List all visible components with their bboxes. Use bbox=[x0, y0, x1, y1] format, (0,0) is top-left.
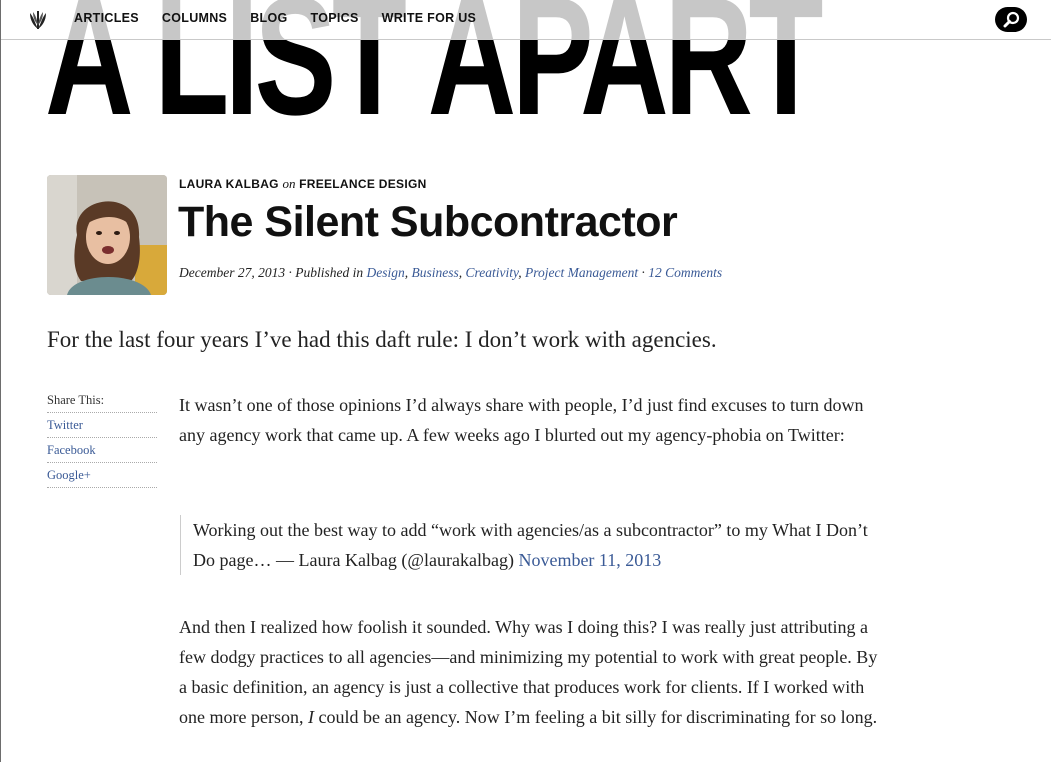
section-name[interactable]: FREELANCE DESIGN bbox=[299, 177, 426, 191]
share-facebook-link[interactable]: Facebook bbox=[47, 438, 157, 463]
nav-columns[interactable]: COLUMNS bbox=[162, 11, 227, 25]
search-button[interactable] bbox=[995, 7, 1027, 32]
search-icon bbox=[1003, 11, 1020, 28]
embedded-tweet: Working out the best way to add “work wi… bbox=[180, 515, 880, 575]
meta-separator: · bbox=[641, 265, 645, 280]
paragraph-text: could be an agency. Now I’m feeling a bi… bbox=[318, 707, 878, 727]
article-title: The Silent Subcontractor bbox=[178, 198, 678, 246]
category-link[interactable]: Business bbox=[411, 265, 458, 280]
share-label: Share This: bbox=[47, 393, 157, 413]
published-in-label: · Published in bbox=[288, 265, 364, 280]
main-nav: ARTICLES COLUMNS BLOG TOPICS WRITE FOR U… bbox=[74, 11, 476, 25]
article-date: December 27, 2013 bbox=[179, 265, 286, 280]
share-sidebar: Share This: Twitter Facebook Google+ bbox=[47, 393, 157, 488]
article-meta: December 27, 2013 · Published in Design,… bbox=[179, 265, 723, 280]
tweet-date-link[interactable]: November 11, 2013 bbox=[518, 550, 661, 570]
nav-articles[interactable]: ARTICLES bbox=[74, 11, 139, 25]
category-link[interactable]: Project Management bbox=[525, 265, 638, 280]
share-googleplus-link[interactable]: Google+ bbox=[47, 463, 157, 488]
emphasis-text: I bbox=[307, 707, 314, 727]
nav-write-for-us[interactable]: WRITE FOR US bbox=[382, 11, 477, 25]
top-navigation-bar: ARTICLES COLUMNS BLOG TOPICS WRITE FOR U… bbox=[1, 0, 1051, 40]
category-link[interactable]: Design bbox=[366, 265, 404, 280]
article-paragraph: It wasn’t one of those opinions I’d alwa… bbox=[179, 395, 864, 445]
nav-topics[interactable]: TOPICS bbox=[311, 11, 359, 25]
article-paragraph: And then I realized how foolish it sound… bbox=[179, 612, 879, 732]
share-twitter-link[interactable]: Twitter bbox=[47, 413, 157, 438]
author-photo bbox=[47, 175, 167, 295]
article-lede: For the last four years I’ve had this da… bbox=[47, 327, 717, 352]
category-link[interactable]: Creativity bbox=[465, 265, 518, 280]
comments-link[interactable]: 12 Comments bbox=[648, 265, 722, 280]
nav-blog[interactable]: BLOG bbox=[250, 11, 287, 25]
author-name[interactable]: LAURA KALBAG bbox=[179, 177, 279, 191]
laurel-icon[interactable] bbox=[25, 7, 51, 33]
byline-on: on bbox=[282, 176, 296, 191]
byline: LAURA KALBAG on FREELANCE DESIGN bbox=[179, 176, 427, 192]
